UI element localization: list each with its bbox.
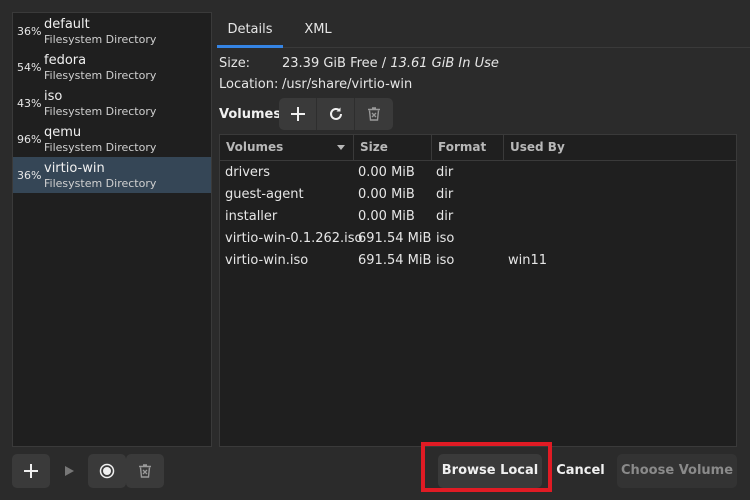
delete-icon xyxy=(139,464,151,478)
delete-pool-button[interactable] xyxy=(126,454,164,488)
column-header-label: Volumes xyxy=(226,140,284,154)
pool-item[interactable]: 43% iso Filesystem Directory xyxy=(13,85,211,121)
pool-usage-percent: 54% xyxy=(17,61,42,74)
add-volume-button[interactable] xyxy=(279,98,317,130)
pool-type: Filesystem Directory xyxy=(44,141,157,154)
volumes-table[interactable]: Volumes Size Format Used By drivers 0.00… xyxy=(219,134,737,447)
cancel-button[interactable]: Cancel xyxy=(551,454,610,488)
size-value: 23.39 GiB Free / 13.61 GiB In Use xyxy=(282,56,499,71)
pool-usage-percent: 96% xyxy=(17,133,42,146)
add-icon xyxy=(290,107,305,121)
column-header-volumes[interactable]: Volumes xyxy=(220,135,354,160)
pool-type: Filesystem Directory xyxy=(44,177,157,190)
volume-format: dir xyxy=(436,165,454,180)
volume-format: dir xyxy=(436,209,454,224)
volumes-label: Volumes xyxy=(219,107,282,122)
size-row: Size: 23.39 GiB Free / 13.61 GiB In Use xyxy=(219,56,499,71)
volume-size: 0.00 MiB xyxy=(358,165,415,180)
volume-size: 0.00 MiB xyxy=(358,209,415,224)
pool-name: iso xyxy=(44,89,63,104)
tab-bar: Details XML xyxy=(217,12,750,48)
table-row[interactable]: drivers 0.00 MiB dir xyxy=(220,162,736,184)
volume-name: virtio-win-0.1.262.iso xyxy=(225,231,363,246)
refresh-icon xyxy=(329,107,342,120)
volume-format: iso xyxy=(436,253,455,268)
tab-details[interactable]: Details xyxy=(217,12,283,48)
add-pool-button[interactable] xyxy=(12,454,50,488)
pool-name: virtio-win xyxy=(44,161,105,176)
table-header: Volumes Size Format Used By xyxy=(220,135,736,161)
pool-item[interactable]: 36% default Filesystem Directory xyxy=(13,13,211,49)
volume-format: dir xyxy=(436,187,454,202)
volume-name: guest-agent xyxy=(225,187,304,202)
volume-name: drivers xyxy=(225,165,271,180)
location-value: /usr/share/virtio-win xyxy=(282,77,413,92)
pool-usage-percent: 43% xyxy=(17,97,42,110)
pool-item-selected[interactable]: 36% virtio-win Filesystem Directory xyxy=(13,157,211,193)
table-row[interactable]: virtio-win.iso 691.54 MiB iso win11 xyxy=(220,250,736,272)
play-icon xyxy=(65,466,74,476)
pool-toolbar xyxy=(12,454,164,488)
table-row[interactable]: installer 0.00 MiB dir xyxy=(220,206,736,228)
volume-format: iso xyxy=(436,231,455,246)
storage-pool-list[interactable]: 36% default Filesystem Directory 54% fed… xyxy=(12,12,212,447)
table-row[interactable]: virtio-win-0.1.262.iso 691.54 MiB iso xyxy=(220,228,736,250)
size-in-use: 13.61 GiB In Use xyxy=(390,56,499,71)
tab-xml[interactable]: XML xyxy=(294,12,342,47)
choose-volume-button[interactable]: Choose Volume xyxy=(617,454,737,488)
stop-icon xyxy=(99,463,115,479)
volume-toolbar xyxy=(279,98,393,130)
volume-name: virtio-win.iso xyxy=(225,253,309,268)
sort-descending-icon xyxy=(337,145,345,150)
table-row[interactable]: guest-agent 0.00 MiB dir xyxy=(220,184,736,206)
volume-used-by: win11 xyxy=(508,253,548,268)
delete-volume-button[interactable] xyxy=(355,98,393,130)
pool-type: Filesystem Directory xyxy=(44,33,157,46)
pool-item[interactable]: 54% fedora Filesystem Directory xyxy=(13,49,211,85)
refresh-volumes-button[interactable] xyxy=(317,98,355,130)
column-header-size[interactable]: Size xyxy=(354,135,432,160)
pool-type: Filesystem Directory xyxy=(44,69,157,82)
size-free: 23.39 GiB Free / xyxy=(282,56,391,71)
location-label: Location: xyxy=(219,77,279,92)
column-header-format[interactable]: Format xyxy=(432,135,504,160)
volume-size: 691.54 MiB xyxy=(358,231,432,246)
size-label: Size: xyxy=(219,56,251,71)
browse-local-button[interactable]: Browse Local xyxy=(438,454,542,488)
pool-usage-percent: 36% xyxy=(17,25,42,38)
pool-name: fedora xyxy=(44,53,87,68)
stop-pool-button[interactable] xyxy=(88,454,126,488)
location-row: Location: /usr/share/virtio-win xyxy=(219,77,412,92)
volume-size: 691.54 MiB xyxy=(358,253,432,268)
column-header-used-by[interactable]: Used By xyxy=(504,135,736,160)
add-icon xyxy=(24,464,38,478)
volume-size: 0.00 MiB xyxy=(358,187,415,202)
pool-item[interactable]: 96% qemu Filesystem Directory xyxy=(13,121,211,157)
pool-name: default xyxy=(44,17,90,32)
pool-name: qemu xyxy=(44,125,82,140)
delete-icon xyxy=(368,107,380,121)
pool-type: Filesystem Directory xyxy=(44,105,157,118)
volume-name: installer xyxy=(225,209,278,224)
pool-usage-percent: 36% xyxy=(17,169,42,182)
start-pool-button[interactable] xyxy=(50,454,88,488)
